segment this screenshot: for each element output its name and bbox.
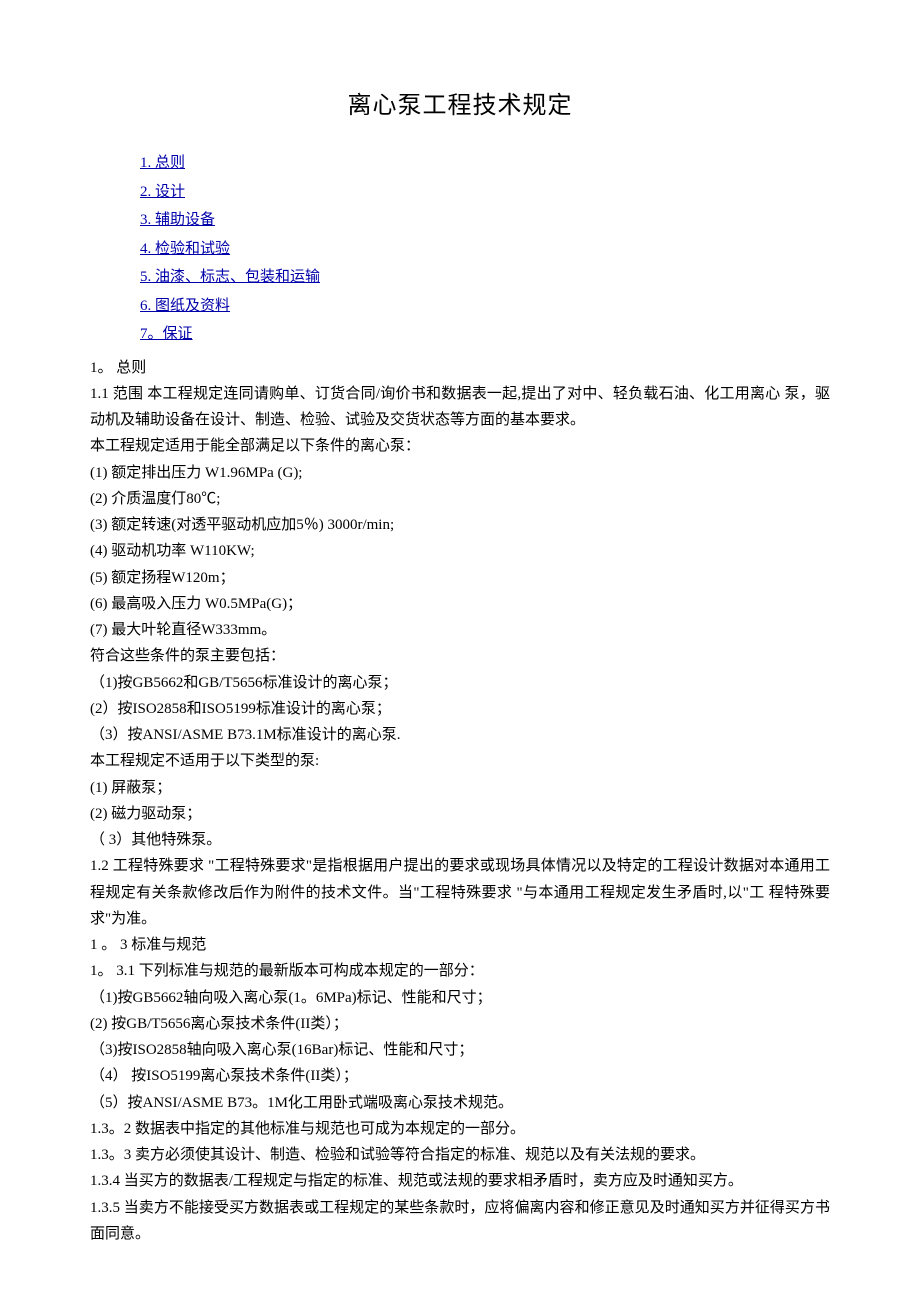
standard-3: （3)按ISO2858轴向吸入离心泵(16Bar)标记、性能和尺寸； <box>90 1037 830 1063</box>
section-1-3-1-heading: 1。 3.1 下列标准与规范的最新版本可构成本规定的一部分： <box>90 958 830 984</box>
condition-1: (1) 额定排出压力 W1.96MPa (G); <box>90 460 830 486</box>
toc-item-7[interactable]: 7。保证 <box>140 320 830 349</box>
toc-item-3[interactable]: 3. 辅助设备 <box>140 206 830 235</box>
section-1-3-3: 1.3。3 卖方必须使其设计、制造、检验和试验等符合指定的标准、规范以及有关法规… <box>90 1142 830 1168</box>
document-title: 离心泵工程技术规定 <box>90 85 830 127</box>
condition-6: (6) 最高吸入压力 W0.5MPa(G)； <box>90 591 830 617</box>
standard-4: （4） 按ISO5199离心泵技术条件(II类）； <box>90 1063 830 1089</box>
condition-2: (2) 介质温度仃80℃; <box>90 486 830 512</box>
exclude-intro: 本工程规定不适用于以下类型的泵: <box>90 748 830 774</box>
condition-5: (5) 额定扬程W120m； <box>90 565 830 591</box>
section-1-1: 1.1 范围 本工程规定连同请购单、订货合同/询价书和数据表一起,提出了对中、轻… <box>90 381 830 434</box>
toc-item-1[interactable]: 1. 总则 <box>140 149 830 178</box>
section-1-2: 1.2 工程特殊要求 "工程特殊要求"是指根据用户提出的要求或现场具体情况以及特… <box>90 853 830 932</box>
document-body: 1。 总则 1.1 范围 本工程规定连同请购单、订货合同/询价书和数据表一起,提… <box>90 355 830 1248</box>
toc-item-6[interactable]: 6. 图纸及资料 <box>140 292 830 321</box>
section-1-3-heading: 1 。 3 标准与规范 <box>90 932 830 958</box>
scope-intro: 本工程规定适用于能全部满足以下条件的离心泵： <box>90 433 830 459</box>
section-1-3-5: 1.3.5 当卖方不能接受买方数据表或工程规定的某些条款时，应将偏离内容和修正意… <box>90 1195 830 1248</box>
standard-1: （1)按GB5662轴向吸入离心泵(1。6MPa)标记、性能和尺寸； <box>90 985 830 1011</box>
exclude-2: (2) 磁力驱动泵； <box>90 801 830 827</box>
standard-2: (2) 按GB/T5656离心泵技术条件(II类）； <box>90 1011 830 1037</box>
table-of-contents: 1. 总则 2. 设计 3. 辅助设备 4. 检验和试验 5. 油漆、标志、包装… <box>140 149 830 349</box>
section-1-3-2: 1.3。2 数据表中指定的其他标准与规范也可成为本规定的一部分。 <box>90 1116 830 1142</box>
include-1: （1)按GB5662和GB/T5656标准设计的离心泵； <box>90 670 830 696</box>
include-3: （3）按ANSI/ASME B73.1M标准设计的离心泵. <box>90 722 830 748</box>
section-1-heading: 1。 总则 <box>90 355 830 381</box>
condition-3: (3) 额定转速(对透平驱动机应加5％) 3000r/min; <box>90 512 830 538</box>
toc-item-4[interactable]: 4. 检验和试验 <box>140 235 830 264</box>
include-intro: 符合这些条件的泵主要包括： <box>90 643 830 669</box>
exclude-3: （ 3）其他特殊泵。 <box>90 827 830 853</box>
exclude-1: (1) 屏蔽泵； <box>90 775 830 801</box>
toc-item-2[interactable]: 2. 设计 <box>140 178 830 207</box>
condition-7: (7) 最大叶轮直径W333mm。 <box>90 617 830 643</box>
toc-item-5[interactable]: 5. 油漆、标志、包装和运输 <box>140 263 830 292</box>
standard-5: （5）按ANSI/ASME B73。1M化工用卧式端吸离心泵技术规范。 <box>90 1090 830 1116</box>
include-2: (2）按ISO2858和ISO5199标准设计的离心泵； <box>90 696 830 722</box>
condition-4: (4) 驱动机功率 W110KW; <box>90 538 830 564</box>
section-1-3-4: 1.3.4 当买方的数据表/工程规定与指定的标准、规范或法规的要求相矛盾时，卖方… <box>90 1168 830 1194</box>
document-page: 离心泵工程技术规定 1. 总则 2. 设计 3. 辅助设备 4. 检验和试验 5… <box>0 0 920 1307</box>
